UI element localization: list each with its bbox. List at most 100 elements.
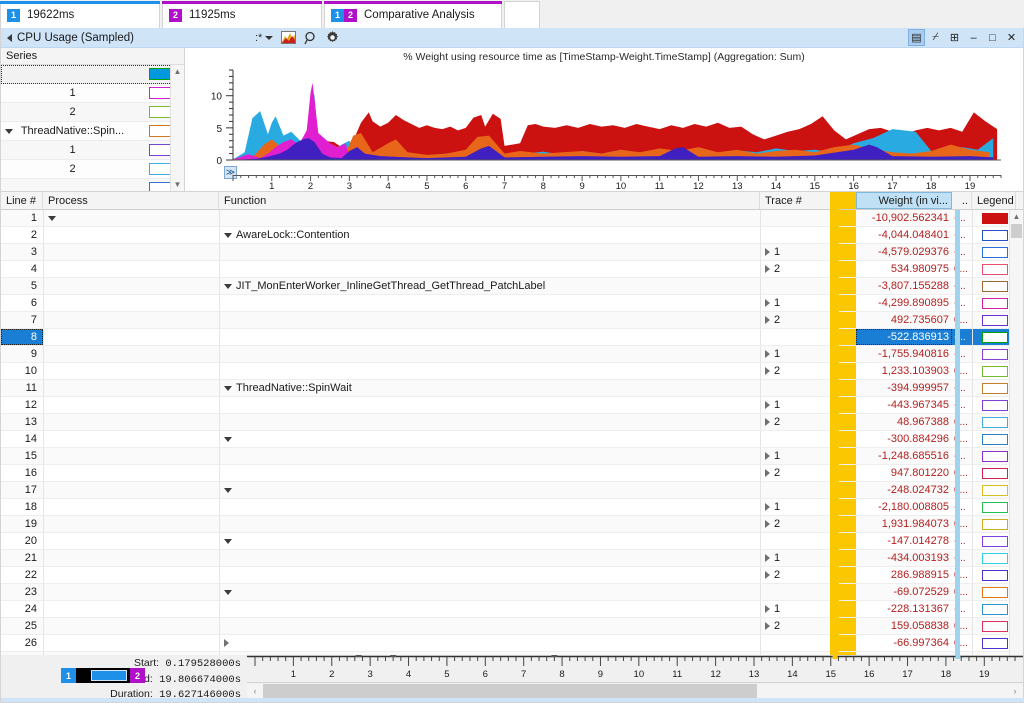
cell-process[interactable] — [43, 312, 219, 328]
scroll-left-icon[interactable]: ‹ — [247, 686, 263, 696]
scroll-down-icon[interactable]: ▼ — [171, 178, 184, 191]
table-row[interactable]: 1 -10,902.562341 -... — [1, 210, 1023, 227]
cell-trace-number[interactable]: 1 — [760, 346, 834, 362]
cell-percent[interactable]: -... — [952, 397, 972, 413]
cell-process[interactable] — [43, 244, 219, 260]
chevron-right-icon[interactable] — [765, 299, 770, 307]
trace-comparison-slider[interactable]: 1 2 — [61, 668, 145, 683]
mini-slider-thumb[interactable] — [91, 670, 127, 681]
tab-2[interactable]: 1 2 Comparative Analysis — [324, 1, 502, 28]
cell-function[interactable]: AwareLock::Contention — [219, 227, 760, 243]
collapse-triangle-icon[interactable] — [7, 33, 12, 42]
chevron-down-icon[interactable] — [224, 538, 232, 544]
cell-process[interactable] — [43, 431, 219, 447]
series-expander[interactable] — [1, 128, 17, 134]
table-row[interactable]: 5 JIT_MonEnterWorker_InlineGetThread_GetT… — [1, 278, 1023, 295]
chevron-right-icon[interactable] — [765, 503, 770, 511]
cell-percent[interactable]: -... — [952, 227, 972, 243]
cell-trace-number[interactable]: 1 — [760, 601, 834, 617]
chevron-down-icon[interactable] — [224, 487, 232, 493]
minimize-button[interactable]: – — [965, 29, 982, 46]
cell-weight[interactable]: -248.024732 — [856, 482, 952, 498]
cell-weight[interactable]: -66.997364 — [856, 635, 952, 651]
cell-function[interactable] — [219, 414, 760, 430]
column-header-function[interactable]: Function — [219, 192, 760, 209]
tab-1[interactable]: 2 11925ms — [162, 1, 322, 28]
chart-icon[interactable] — [279, 29, 298, 46]
cell-line-number[interactable]: 14 — [1, 431, 43, 447]
cell-function[interactable]: ThreadNative::SpinWait — [219, 380, 760, 396]
cell-function[interactable] — [219, 516, 760, 532]
cell-function[interactable] — [219, 397, 760, 413]
cell-percent[interactable]: -... — [952, 210, 972, 226]
cell-function[interactable] — [219, 584, 760, 600]
cell-trace-number[interactable]: 2 — [760, 618, 834, 634]
scroll-up-icon[interactable]: ▲ — [171, 65, 184, 78]
cell-function[interactable] — [219, 482, 760, 498]
cell-weight[interactable]: -1,248.685516 — [856, 448, 952, 464]
chevron-right-icon[interactable] — [765, 367, 770, 375]
cell-process[interactable] — [43, 278, 219, 294]
cell-function[interactable]: JIT_MonEnterWorker_InlineGetThread_GetTh… — [219, 278, 760, 294]
cell-percent[interactable]: -... — [952, 533, 972, 549]
cell-function[interactable] — [219, 567, 760, 583]
cell-trace-number[interactable] — [760, 482, 834, 498]
cell-percent[interactable]: 0... — [952, 635, 972, 651]
cell-function[interactable] — [219, 550, 760, 566]
graph-view-button[interactable]: ⌿ — [927, 29, 944, 46]
cell-process[interactable] — [43, 516, 219, 532]
table-view-button[interactable]: ⊞ — [946, 29, 963, 46]
cell-process[interactable] — [43, 295, 219, 311]
cell-line-number[interactable]: 6 — [1, 295, 43, 311]
table-row[interactable]: 3 1 -4,579.029376 -... — [1, 244, 1023, 261]
cell-trace-number[interactable]: 2 — [760, 363, 834, 379]
table-row[interactable]: 14 -300.884296 0... — [1, 431, 1023, 448]
cell-function[interactable] — [219, 431, 760, 447]
chevron-right-icon[interactable] — [765, 248, 770, 256]
chevron-right-icon[interactable] — [765, 554, 770, 562]
cell-line-number[interactable]: 21 — [1, 550, 43, 566]
table-row[interactable]: 4 2 534.980975 0... — [1, 261, 1023, 278]
cell-weight[interactable]: 947.801220 — [856, 465, 952, 481]
series-row[interactable]: 2 — [1, 103, 184, 122]
table-row[interactable]: 11 ThreadNative::SpinWait -394.999957 -... — [1, 380, 1023, 397]
mini-slider-track[interactable] — [76, 668, 130, 683]
column-header-line[interactable]: Line # — [1, 192, 43, 209]
series-row[interactable]: 1 — [1, 141, 184, 160]
cell-percent[interactable]: 0... — [952, 516, 972, 532]
table-row[interactable]: 25 2 159.058838 0... — [1, 618, 1023, 635]
cell-line-number[interactable]: 9 — [1, 346, 43, 362]
timeline-ruler[interactable]: 1 2 3 4 5 6 7 8 9 10 11 12 13 14 15 16 17 18 19 — [247, 655, 1023, 683]
cell-line-number[interactable]: 19 — [1, 516, 43, 532]
cell-function[interactable] — [219, 618, 760, 634]
cell-weight[interactable]: 1,931.984073 — [856, 516, 952, 532]
cell-trace-number[interactable] — [760, 278, 834, 294]
cell-line-number[interactable]: 11 — [1, 380, 43, 396]
cell-line-number[interactable]: 23 — [1, 584, 43, 600]
column-header-trace[interactable]: Trace # — [760, 192, 834, 209]
cell-percent[interactable]: 0... — [952, 584, 972, 600]
cell-trace-number[interactable]: 2 — [760, 414, 834, 430]
cell-percent[interactable]: -... — [952, 295, 972, 311]
cell-function[interactable] — [219, 295, 760, 311]
cell-weight[interactable]: 492.735607 — [856, 312, 952, 328]
table-row[interactable]: 12 1 -443.967345 -... — [1, 397, 1023, 414]
chevron-right-icon[interactable] — [765, 469, 770, 477]
table-row[interactable]: 23 -69.072529 0... — [1, 584, 1023, 601]
cell-line-number[interactable]: 12 — [1, 397, 43, 413]
table-row[interactable]: 2 AwareLock::Contention -4,044.048401 -... — [1, 227, 1023, 244]
cell-function[interactable] — [219, 261, 760, 277]
column-header-weight[interactable]: Weight (in vi... — [856, 192, 952, 209]
cell-trace-number[interactable]: 1 — [760, 448, 834, 464]
column-header-pct[interactable]: .. — [952, 192, 972, 209]
cell-trace-number[interactable]: 2 — [760, 312, 834, 328]
cell-process[interactable] — [43, 363, 219, 379]
cell-percent[interactable]: -... — [952, 244, 972, 260]
cell-process[interactable] — [43, 261, 219, 277]
cell-percent[interactable]: 0... — [952, 567, 972, 583]
gear-icon[interactable] — [323, 29, 342, 46]
table-row[interactable]: 19 2 1,931.984073 0... — [1, 516, 1023, 533]
cell-weight[interactable]: 48.967388 — [856, 414, 952, 430]
table-row[interactable]: 7 2 492.735607 0... — [1, 312, 1023, 329]
cell-weight[interactable]: 534.980975 — [856, 261, 952, 277]
